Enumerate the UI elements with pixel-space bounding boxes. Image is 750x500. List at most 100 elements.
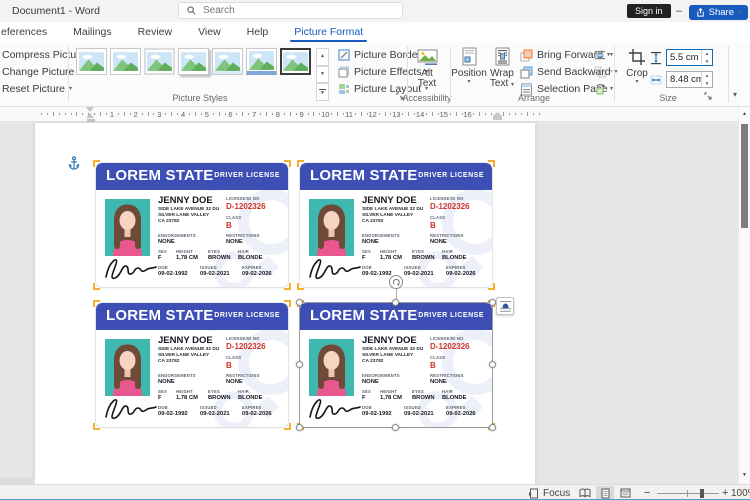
height-field: HEIGHT 1,78 CM xyxy=(176,389,198,401)
ruler-tick xyxy=(313,112,314,116)
zoom-level[interactable]: 100% xyxy=(731,485,750,500)
license-card-1[interactable]: LOREM STATE DRIVER LICENSE JENNY DOE SID… xyxy=(96,163,288,287)
endorsements-field: ENDORSEMENTS NONE xyxy=(362,373,400,385)
size-dialog-launcher[interactable] xyxy=(704,92,713,101)
search-input[interactable] xyxy=(203,5,373,16)
selection-handle[interactable] xyxy=(489,424,496,431)
sign-in-button[interactable]: Sign in xyxy=(627,4,671,18)
card-title: DRIVER LICENSE xyxy=(214,312,280,319)
gallery-scroll-up-button[interactable]: ▲ xyxy=(316,48,329,66)
align-objects-button[interactable]: ▾ xyxy=(594,48,613,62)
driver-license-card[interactable]: LOREM STATE DRIVER LICENSE JENNY DOE SID… xyxy=(96,163,288,287)
horizontal-scrollbar[interactable] xyxy=(0,477,35,484)
ruler-tick xyxy=(124,112,125,116)
hanging-indent-marker[interactable] xyxy=(86,113,94,118)
ruler-tick xyxy=(189,113,190,115)
alt-text-button[interactable]: Alt Text xyxy=(411,46,443,90)
ruler-number: 3 xyxy=(157,110,161,119)
change-picture-button[interactable]: Change Picture▾ xyxy=(2,65,81,79)
scrollbar-thumb[interactable] xyxy=(741,124,748,228)
driver-license-card[interactable]: LOREM STATE DRIVER LICENSE JENNY DOE SID… xyxy=(96,303,288,427)
right-indent-marker[interactable] xyxy=(493,112,502,120)
ruler-tick xyxy=(355,113,356,115)
license-number-field: LICENSE/ID NO D-1202326 xyxy=(226,336,266,351)
shape-height-field[interactable]: ▲▼ xyxy=(666,49,713,66)
tab-eferences[interactable]: eferences xyxy=(0,22,60,42)
tab-picture-format[interactable]: Picture Format xyxy=(281,22,376,42)
license-card-4[interactable]: LOREM STATE DRIVER LICENSE JENNY DOE SID… xyxy=(300,303,492,427)
tab-view[interactable]: View xyxy=(185,22,234,42)
stepper-up-icon[interactable]: ▲ xyxy=(702,72,712,80)
driver-license-card[interactable]: LOREM STATE DRIVER LICENSE JENNY DOE SID… xyxy=(300,303,492,427)
gallery-scroll-down-button[interactable]: ▼ xyxy=(316,66,329,84)
first-line-indent-marker[interactable] xyxy=(86,107,94,112)
rotate-objects-button[interactable]: ▾ xyxy=(594,82,613,96)
shape-height-input[interactable] xyxy=(667,52,701,63)
vertical-scrollbar[interactable]: ▲ ▼ xyxy=(738,107,750,484)
width-icon xyxy=(650,73,662,87)
rotate-icon xyxy=(594,83,606,95)
selection-handle[interactable] xyxy=(392,299,399,306)
chevron-down-icon: ▾ xyxy=(635,79,638,85)
license-card-2[interactable]: LOREM STATE DRIVER LICENSE JENNY DOE SID… xyxy=(300,163,492,287)
hair-field: HAIR BLONDE xyxy=(442,249,466,261)
gallery-more-button[interactable]: ▼ xyxy=(316,83,329,101)
share-button[interactable]: Share ▾ xyxy=(689,5,748,20)
picture-style-thumbnail[interactable] xyxy=(144,48,175,75)
wrap-text-button[interactable]: Wrap Text ▾ xyxy=(486,46,518,90)
crop-icon xyxy=(628,46,646,66)
focus-button[interactable]: Focus xyxy=(528,485,570,500)
rotation-handle[interactable] xyxy=(389,275,403,289)
selection-handle[interactable] xyxy=(296,424,303,431)
zoom-out-button[interactable]: − xyxy=(644,485,650,500)
picture-style-thumbnail[interactable] xyxy=(110,48,141,75)
tab-review[interactable]: Review xyxy=(125,22,185,42)
picture-style-thumbnail[interactable] xyxy=(280,48,311,75)
stepper-down-icon[interactable]: ▼ xyxy=(702,80,712,88)
selection-handle[interactable] xyxy=(489,299,496,306)
print-layout-button[interactable] xyxy=(596,486,614,500)
picture-style-thumbnail[interactable] xyxy=(178,48,209,75)
wrap-text-icon xyxy=(495,46,510,66)
stepper-down-icon[interactable]: ▼ xyxy=(702,58,712,66)
picture-style-thumbnail[interactable] xyxy=(76,48,107,75)
layout-options-button[interactable] xyxy=(496,297,514,315)
ruler-tick xyxy=(201,113,202,115)
ruler-tick xyxy=(284,113,285,115)
ruler-tick xyxy=(266,112,267,116)
picture-style-thumbnail[interactable] xyxy=(212,48,243,75)
group-objects-button[interactable]: ▾ xyxy=(594,65,613,79)
collapse-ribbon-button[interactable]: ▾ xyxy=(733,90,737,99)
reset-picture-button[interactable]: Reset Picture▾ xyxy=(2,82,72,96)
position-button[interactable]: Position ▾ xyxy=(453,46,485,90)
tab-help[interactable]: Help xyxy=(234,22,282,42)
shape-width-input[interactable] xyxy=(667,74,701,85)
crop-button[interactable]: Crop ▾ xyxy=(621,46,653,90)
landscape-thumbnail-icon xyxy=(147,52,172,71)
selection-handle[interactable] xyxy=(296,361,303,368)
selection-handle[interactable] xyxy=(489,361,496,368)
width-stepper[interactable]: ▲▼ xyxy=(701,72,712,87)
card-holder-name: JENNY DOE xyxy=(158,195,213,206)
landscape-thumbnail-icon xyxy=(113,52,138,71)
zoom-slider[interactable] xyxy=(657,493,719,494)
stepper-up-icon[interactable]: ▲ xyxy=(702,50,712,58)
height-stepper[interactable]: ▲▼ xyxy=(701,50,712,65)
scroll-up-icon[interactable]: ▲ xyxy=(742,111,747,117)
read-mode-button[interactable] xyxy=(576,486,594,500)
chevron-down-icon: ▾ xyxy=(467,79,470,85)
tab-mailings[interactable]: Mailings xyxy=(60,22,125,42)
license-card-3[interactable]: LOREM STATE DRIVER LICENSE JENNY DOE SID… xyxy=(96,303,288,427)
zoom-in-button[interactable]: + xyxy=(722,485,728,500)
scroll-down-icon[interactable]: ▼ xyxy=(742,472,747,478)
zoom-slider-thumb[interactable] xyxy=(700,489,704,498)
driver-license-card[interactable]: LOREM STATE DRIVER LICENSE JENNY DOE SID… xyxy=(300,163,492,287)
web-layout-button[interactable] xyxy=(616,486,634,500)
selection-handle[interactable] xyxy=(296,299,303,306)
picture-style-thumbnail[interactable] xyxy=(246,48,277,75)
ribbon-tabs: eferencesMailingsReviewViewHelpPicture F… xyxy=(0,22,750,42)
shape-width-field[interactable]: ▲▼ xyxy=(666,71,713,88)
search-box[interactable] xyxy=(178,2,403,19)
group-divider xyxy=(68,46,69,102)
selection-handle[interactable] xyxy=(392,424,399,431)
